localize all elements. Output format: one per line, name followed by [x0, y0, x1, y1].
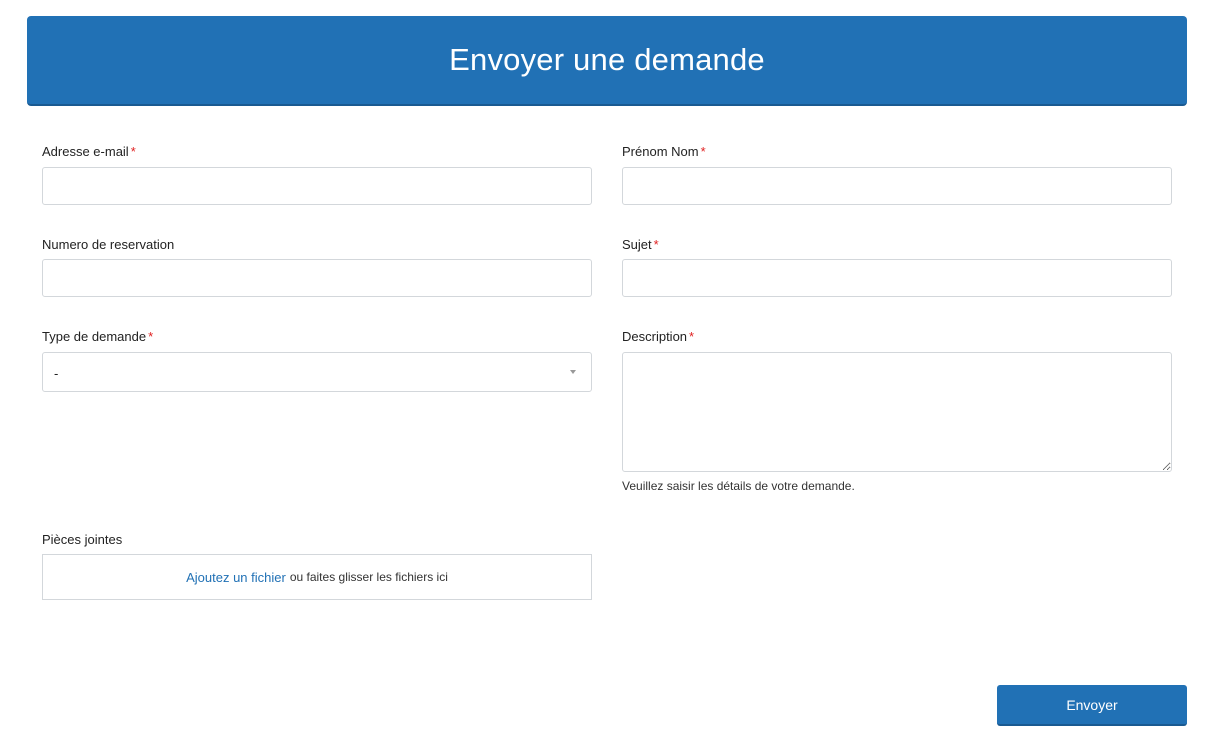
request-type-selected-value: -: [54, 366, 59, 381]
subject-label-text: Sujet: [622, 237, 652, 252]
required-marker: *: [130, 144, 136, 159]
reservation-field[interactable]: [42, 259, 592, 297]
subject-label: Sujet *: [622, 237, 659, 252]
subject-field[interactable]: [622, 259, 1172, 297]
email-label-text: Adresse e-mail: [42, 144, 129, 159]
description-label-text: Description: [622, 329, 688, 344]
dropzone-text: ou faites glisser les fichiers ici: [289, 570, 448, 584]
submit-button[interactable]: Envoyer: [997, 685, 1187, 726]
required-marker: *: [689, 329, 695, 344]
request-type-label-text: Type de demande: [42, 329, 147, 344]
description-hint: Veuillez saisir les détails de votre dem…: [622, 479, 855, 493]
email-label: Adresse e-mail *: [42, 144, 136, 159]
name-label-text: Prénom Nom: [622, 144, 699, 159]
description-label: Description *: [622, 329, 694, 344]
page-header: Envoyer une demande: [27, 16, 1187, 106]
required-marker: *: [148, 329, 154, 344]
attachments-label-text: Pièces jointes: [42, 532, 123, 547]
request-type-select[interactable]: -: [42, 352, 592, 392]
name-label: Prénom Nom *: [622, 144, 706, 159]
required-marker: *: [700, 144, 706, 159]
attachments-label: Pièces jointes: [42, 532, 122, 547]
email-field[interactable]: [42, 167, 592, 205]
reservation-label: Numero de reservation: [42, 237, 174, 252]
reservation-label-text: Numero de reservation: [42, 237, 175, 252]
chevron-down-icon: [570, 370, 576, 374]
attachments-dropzone[interactable]: Ajoutez un fichier ou faites glisser les…: [42, 554, 592, 600]
add-file-link[interactable]: Ajoutez un fichier: [186, 570, 286, 585]
request-type-label: Type de demande *: [42, 329, 153, 344]
page-title: Envoyer une demande: [449, 42, 765, 77]
required-marker: *: [653, 237, 659, 252]
description-textarea[interactable]: [622, 352, 1172, 472]
name-field[interactable]: [622, 167, 1172, 205]
